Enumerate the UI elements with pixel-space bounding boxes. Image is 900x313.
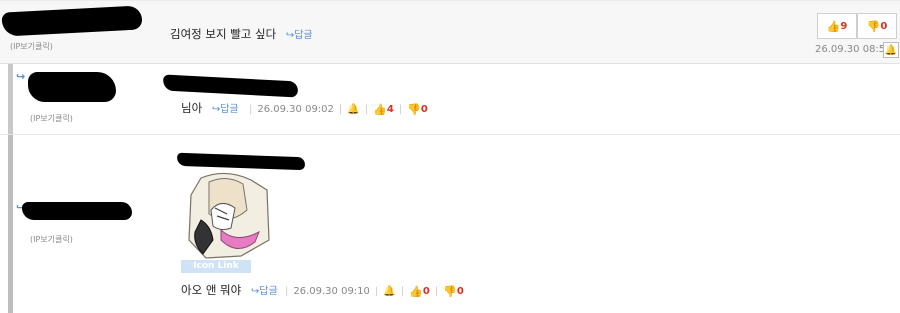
upvote-button[interactable]: 👍 9 [817,13,857,39]
downvote-button[interactable]: 👎 0 [857,13,897,39]
thumbs-down-icon: 👎 [866,19,881,33]
dccon-image [181,170,271,260]
comment-row: (IP보기클릭) 김여정 보지 빨고 싶다 ↪답글 👍 9 👎 0 26.09.… [0,0,900,64]
thumbs-up-icon[interactable]: 👍 [373,103,387,116]
ip-view-link[interactable]: (IP보기클릭) [30,113,73,124]
comment-body: 아오 앤 뭐야 [181,283,242,297]
report-button[interactable]: 🔔 [883,42,899,58]
thumbs-down-icon[interactable]: 👎 [407,103,421,116]
redacted-nickname [22,202,132,220]
comment-meta: | 26.09.30 09:10 | 🔔 | 👍 0 | 👎 0 [285,285,464,298]
bell-icon[interactable]: 🔔 [347,104,359,115]
ip-view-link[interactable]: (IP보기클릭) [10,41,53,52]
downvote-count: 0 [456,286,464,297]
bell-icon: 🔔 [884,44,898,56]
reply-link[interactable]: ↪답글 [251,286,278,297]
upvote-count: 4 [386,104,394,115]
comment-meta: | 26.09.30 09:02 | 🔔 | 👍 4 | 👎 0 [249,103,428,116]
reply-row: ↪ (IP보기클릭) Icon Link 아오 앤 뭐야 ↪답글 | 26.09… [0,135,900,313]
comment-text: 님아 ↪답글 [181,100,239,116]
downvote-count: 0 [420,104,428,115]
reply-link[interactable]: ↪답글 [212,104,239,115]
redacted-quote [176,152,306,171]
timestamp: 26.09.30 09:02 [257,104,334,115]
comment-body: 님아 [181,101,203,115]
downvote-count: 0 [880,20,888,32]
redacted-nickname [1,5,143,37]
upvote-count: 0 [422,286,430,297]
reply-link[interactable]: ↪답글 [286,30,313,41]
comment-body: 김여정 보지 빨고 싶다 [170,27,277,41]
reply-row: ↪ (IP보기클릭) 님아 ↪답글 | 26.09.30 09:02 | 🔔 |… [0,64,900,135]
reply-indent-bar [8,135,13,313]
timestamp: 26.09.30 08:58 [815,44,892,55]
comment-text: 김여정 보지 빨고 싶다 ↪답글 [170,26,313,42]
timestamp: 26.09.30 09:10 [293,286,370,297]
upvote-count: 9 [840,20,848,32]
cartoon-sticker-icon [181,170,271,260]
ip-view-link[interactable]: (IP보기클릭) [30,234,73,245]
redacted-quote [162,74,299,98]
reply-indent-bar [8,64,13,134]
redacted-nickname [28,72,116,102]
icon-link-label[interactable]: Icon Link [181,260,251,273]
thumbs-up-icon[interactable]: 👍 [409,285,423,298]
bell-icon[interactable]: 🔔 [383,286,395,297]
thumbs-up-icon: 👍 [826,19,841,33]
comment-text: 아오 앤 뭐야 ↪답글 [181,282,278,298]
reply-arrow-icon: ↪ [16,70,26,83]
thumbs-down-icon[interactable]: 👎 [443,285,457,298]
comment-meta: 26.09.30 08:58 [815,44,892,55]
